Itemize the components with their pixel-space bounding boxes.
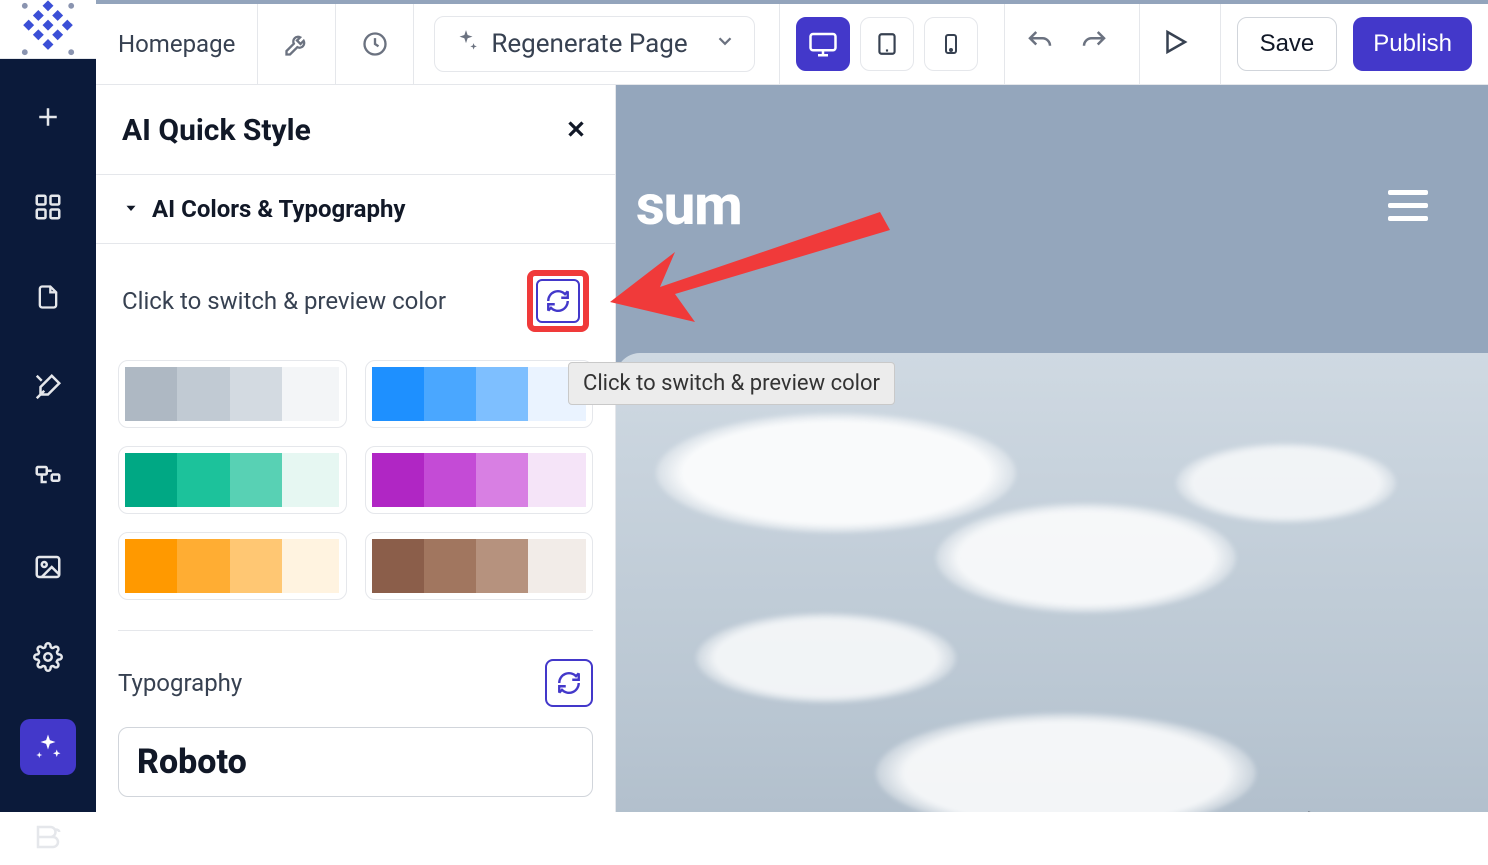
preview-logo-text: sum [636,172,742,238]
color-swatch [125,453,177,507]
color-swatch [177,367,229,421]
save-button[interactable]: Save [1237,17,1338,71]
tools-button[interactable] [258,4,336,84]
color-swatch [230,539,282,593]
device-tablet[interactable] [860,17,914,71]
color-swatch [424,539,476,593]
tooltip: Click to switch & preview color [568,362,895,405]
refresh-icon [536,279,580,323]
left-rail [0,0,96,812]
font-selector[interactable]: Roboto [118,727,593,797]
color-swatch [282,539,340,593]
color-swatch [282,453,340,507]
sparkle-icon [453,28,479,61]
color-swatch [372,453,424,507]
canvas-preview: sum [616,85,1488,812]
close-icon[interactable] [563,116,589,146]
refresh-colors-button[interactable] [527,270,589,332]
app-logo [0,0,96,59]
palette-option-4[interactable] [118,532,347,600]
undo-redo-group [1004,4,1129,84]
palette-option-0[interactable] [118,360,347,428]
palette-option-5[interactable] [365,532,594,600]
rail-add[interactable] [20,89,76,145]
rail-ai[interactable] [20,719,76,775]
preview-header: sum [616,85,1488,325]
color-swatch [424,367,476,421]
section-label: AI Colors & Typography [152,195,406,223]
rail-media[interactable] [20,539,76,595]
ai-quick-style-panel: AI Quick Style AI Colors & Typography Cl… [96,85,616,812]
color-swatch [177,453,229,507]
rail-page[interactable] [20,269,76,325]
panel-title: AI Quick Style [122,113,311,148]
color-swatch [177,539,229,593]
device-desktop[interactable] [796,17,850,71]
publish-button[interactable]: Publish [1353,17,1472,71]
device-mobile[interactable] [924,17,978,71]
rail-blog[interactable] [20,809,76,865]
color-swatch [282,367,340,421]
refresh-typography-button[interactable] [545,659,593,707]
caret-down-icon [122,195,140,223]
preview-group [1139,4,1210,84]
hero-image [616,353,1488,812]
regenerate-button[interactable]: Regenerate Page [434,16,754,72]
palette-option-2[interactable] [118,446,347,514]
hamburger-icon[interactable] [1388,190,1428,221]
color-swatch [230,367,282,421]
color-swatch [476,539,528,593]
font-name: Roboto [137,742,574,782]
color-swatch [528,453,586,507]
color-swatch [424,453,476,507]
switch-preview-label: Click to switch & preview color [122,287,446,315]
palette-option-1[interactable] [365,360,594,428]
section-colors-typography[interactable]: AI Colors & Typography [96,175,615,244]
color-swatch [230,453,282,507]
palette-option-3[interactable] [365,446,594,514]
undo-button[interactable] [1025,27,1055,61]
redo-button[interactable] [1079,27,1109,61]
color-swatch [372,539,424,593]
chevron-down-icon [714,29,736,59]
rail-sections[interactable] [20,179,76,235]
topbar: Homepage Regenerate Page [96,0,1488,85]
color-swatch [372,367,424,421]
palette-grid [96,346,615,626]
color-swatch [125,367,177,421]
color-swatch [125,539,177,593]
device-group [779,4,994,84]
regenerate-label: Regenerate Page [491,29,687,59]
rail-layers[interactable] [20,449,76,505]
color-swatch [476,453,528,507]
history-button[interactable] [336,4,414,84]
save-publish-group: Save Publish [1220,4,1488,84]
rail-settings[interactable] [20,629,76,685]
color-swatch [476,367,528,421]
color-swatch [528,539,586,593]
crane-illustration [1248,793,1468,812]
preview-button[interactable] [1160,27,1190,61]
rail-design[interactable] [20,359,76,415]
page-tab[interactable]: Homepage [96,4,258,84]
typography-label: Typography [118,669,242,697]
